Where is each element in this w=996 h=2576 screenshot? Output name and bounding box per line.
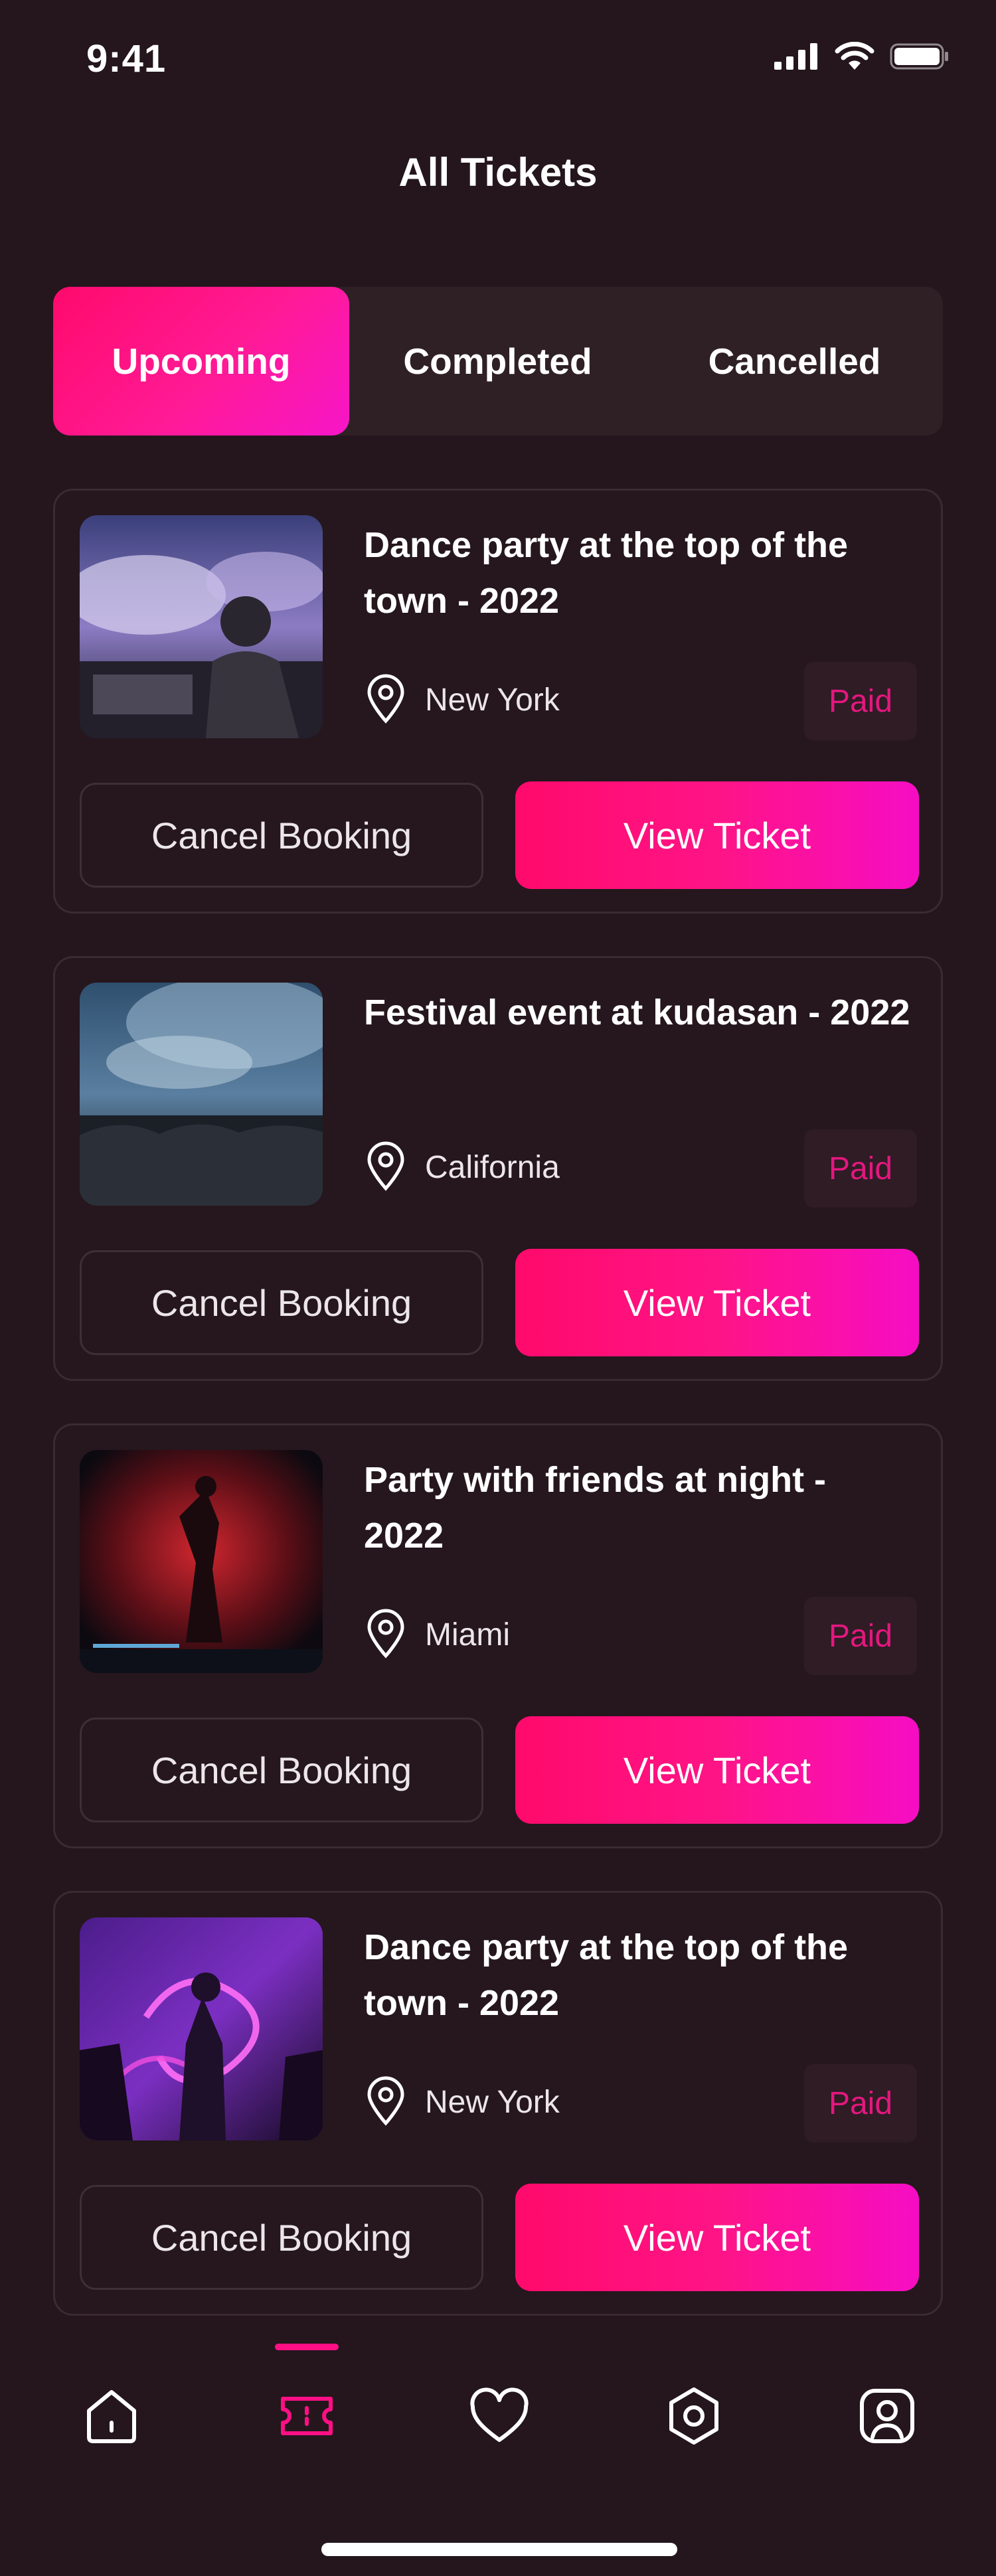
home-indicator[interactable] [321, 2543, 677, 2556]
view-ticket-button[interactable]: View Ticket [515, 781, 919, 889]
nav-settings[interactable] [657, 2381, 730, 2454]
page-title: All Tickets [398, 150, 598, 195]
ticket-card: Party with friends at night - 2022 Miami… [53, 1423, 943, 1848]
cellular-signal-icon [773, 42, 819, 74]
nav-home[interactable] [75, 2381, 148, 2454]
cancel-booking-button[interactable]: Cancel Booking [80, 2185, 483, 2290]
tab-upcoming[interactable]: Upcoming [53, 287, 349, 436]
event-title: Dance party at the top of the town - 202… [364, 1927, 849, 2023]
location-pin-icon [364, 673, 408, 727]
location-pin-icon [364, 1608, 408, 1662]
status-icons [773, 41, 950, 74]
event-title: Party with friends at night - 2022 [364, 1460, 827, 1556]
event-location: Miami [364, 1605, 510, 1664]
ticket-card: Dance party at the top of the town - 202… [53, 489, 943, 914]
location-text: California [425, 1149, 560, 1185]
wifi-icon [834, 41, 875, 74]
view-ticket-button[interactable]: View Ticket [515, 2184, 919, 2291]
ticket-card: Festival event at kudasan - 2022 Califor… [53, 956, 943, 1381]
event-title: Dance party at the top of the town - 202… [364, 525, 849, 621]
status-badge: Paid [804, 1129, 917, 1208]
event-image[interactable] [80, 515, 323, 738]
location-text: Miami [425, 1617, 510, 1652]
view-ticket-button[interactable]: View Ticket [515, 1716, 919, 1824]
event-image[interactable] [80, 1450, 323, 1673]
settings-icon [662, 2384, 726, 2451]
nav-profile[interactable] [851, 2381, 924, 2454]
battery-icon [890, 42, 950, 74]
heart-icon [467, 2384, 531, 2451]
event-location: New York [364, 2072, 560, 2132]
status-badge: Paid [804, 662, 917, 740]
location-pin-icon [364, 2075, 408, 2129]
ticket-card: Dance party at the top of the town - 202… [53, 1891, 943, 2316]
profile-icon [855, 2384, 919, 2451]
event-location: California [364, 1137, 560, 1197]
event-location: New York [364, 670, 560, 730]
active-tab-indicator [275, 2344, 339, 2350]
location-text: New York [425, 682, 560, 718]
nav-favorites[interactable] [463, 2381, 536, 2454]
event-image[interactable] [80, 983, 323, 1206]
tab-completed[interactable]: Completed [349, 287, 646, 436]
location-text: New York [425, 2084, 560, 2120]
ticket-tabs: Upcoming Completed Cancelled [53, 287, 943, 436]
status-bar: 9:41 [0, 0, 996, 120]
ticket-icon [275, 2384, 339, 2451]
location-pin-icon [364, 1141, 408, 1194]
event-image[interactable] [80, 1917, 323, 2140]
status-time: 9:41 [86, 37, 167, 80]
cancel-booking-button[interactable]: Cancel Booking [80, 1250, 483, 1355]
view-ticket-button[interactable]: View Ticket [515, 1249, 919, 1356]
nav-tickets[interactable] [270, 2381, 343, 2454]
ticket-list: Dance party at the top of the town - 202… [53, 489, 943, 2358]
cancel-booking-button[interactable]: Cancel Booking [80, 1718, 483, 1822]
status-badge: Paid [804, 1597, 917, 1675]
home-icon [80, 2384, 143, 2451]
event-title: Festival event at kudasan - 2022 [364, 993, 910, 1032]
tab-cancelled[interactable]: Cancelled [646, 287, 943, 436]
bottom-nav [0, 2324, 996, 2576]
cancel-booking-button[interactable]: Cancel Booking [80, 783, 483, 888]
status-badge: Paid [804, 2064, 917, 2142]
